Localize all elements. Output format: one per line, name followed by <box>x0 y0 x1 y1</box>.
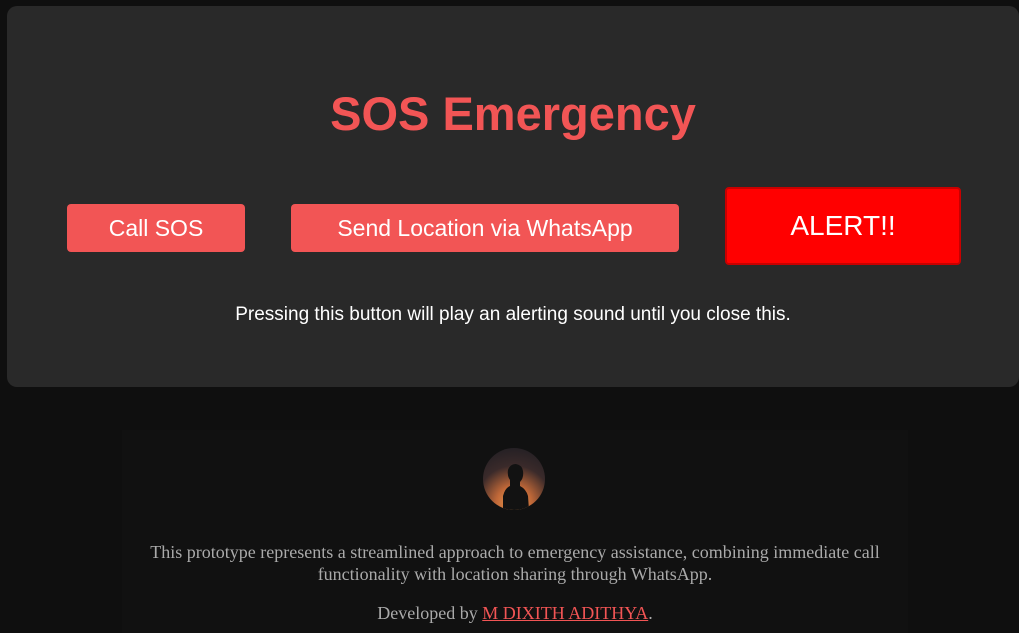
send-location-whatsapp-button[interactable]: Send Location via WhatsApp <box>291 204 679 252</box>
profile-photo-icon <box>503 464 529 510</box>
alert-note: Pressing this button will play an alerti… <box>235 304 791 325</box>
call-sos-button[interactable]: Call SOS <box>67 204 245 252</box>
footer-description: This prototype represents a streamlined … <box>150 542 880 584</box>
credit-prefix: Developed by <box>377 603 483 623</box>
credit-suffix: . <box>648 603 653 623</box>
author-link[interactable]: M DIXITH ADITHYA <box>482 603 648 623</box>
footer-credit: Developed by M DIXITH ADITHYA. <box>122 603 908 624</box>
avatar <box>483 448 545 510</box>
page-title: SOS Emergency <box>330 87 696 140</box>
alert-button[interactable]: ALERT!! <box>725 187 961 265</box>
sos-panel: SOS Emergency Call SOS Send Location via… <box>7 6 1019 387</box>
